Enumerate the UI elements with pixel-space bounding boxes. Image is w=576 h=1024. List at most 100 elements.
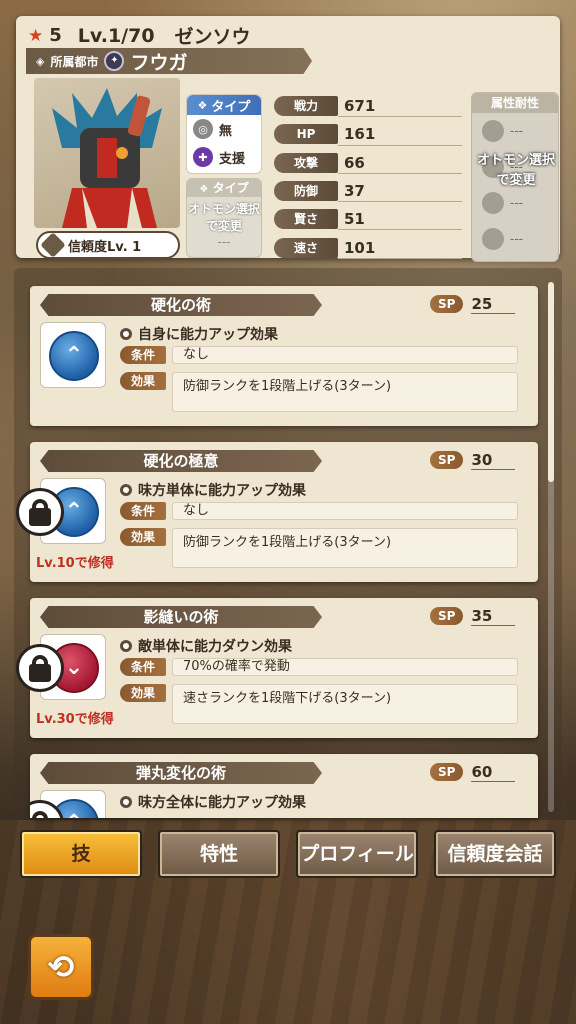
sp-value: 60 [471, 763, 516, 782]
tab-skills[interactable]: 技 [20, 830, 142, 878]
condition-row: 条件 なし [120, 502, 518, 520]
skill-card[interactable]: 影縫いの術 SP 35 ⌄ Lv.30で修得 敵単体に能力ダウン効果 条件 70%の… [16, 598, 538, 738]
resist-row: --- [472, 221, 558, 257]
skill-card[interactable]: 弾丸変化の術 SP60 ⌃ 味方全体に能力アップ効果 [30, 754, 538, 818]
lock-icon [16, 644, 64, 692]
monster-image [52, 88, 162, 228]
type2-overlay-text: オトモン選択で変更 [187, 202, 260, 233]
type-icon: ❖ [197, 98, 208, 112]
sp-badge: SP 35 [430, 606, 516, 626]
sp-value: 35 [471, 607, 516, 626]
monster-name: ゼンソウ [174, 26, 251, 48]
resist-value: --- [510, 124, 523, 138]
monster-portrait[interactable] [34, 78, 180, 228]
thunder-resist-icon [482, 192, 504, 214]
stats-table: 戦力 671 HP 161 攻撃 66 防御 37 賢さ 51 速さ 101 [274, 92, 462, 262]
type-row-neutral: ◎ 無 [187, 115, 261, 143]
fire-resist-icon [482, 120, 504, 142]
stat-label: 攻撃 [274, 152, 338, 173]
skill-name: 影縫いの術 [40, 606, 322, 628]
condition-row: 条件 なし [120, 346, 518, 364]
stat-value: 66 [344, 153, 365, 172]
bullet-icon [120, 484, 132, 496]
stat-label: HP [274, 124, 338, 145]
stat-row: HP 161 [274, 120, 462, 148]
effect-row: 効果 防御ランクを1段階上げる(3ターン) [120, 528, 518, 568]
condition-value: 70%の確率で発動 [172, 658, 518, 676]
stat-label: 戦力 [274, 96, 338, 117]
skill-desc-text: 敵単体に能力ダウン効果 [138, 639, 292, 655]
scrollbar-thumb[interactable] [548, 282, 554, 482]
header-top: ★ 5 Lv.1/70 ゼンソウ [28, 22, 251, 49]
resist-value: --- [510, 232, 523, 246]
defense-up-icon: ⌃ [49, 331, 99, 381]
sp-value: 30 [471, 451, 516, 470]
resistance-box: 属性耐性 --- --- --- --- オトモン選択で変更 [471, 92, 559, 262]
condition-value: なし [172, 502, 518, 520]
stat-value: 37 [344, 182, 365, 201]
scrollbar[interactable] [548, 282, 554, 812]
effect-value: 防御ランクを1段階上げる(3ターン) [172, 372, 518, 412]
skill-card[interactable]: 硬化の極意 SP 30 ⌃ Lv.10で修得 味方単体に能力アップ効果 条件 なし … [16, 442, 538, 582]
stat-label: 防御 [274, 181, 338, 202]
skill-desc: 味方全体に能力アップ効果 [120, 792, 306, 812]
stat-row: 攻撃 66 [274, 149, 462, 177]
stat-row: 戦力 671 [274, 92, 462, 120]
sp-badge: SP 30 [430, 450, 516, 470]
bullet-icon [120, 640, 132, 652]
bullet-icon [120, 796, 132, 808]
skill-name: 硬化の術 [40, 294, 322, 316]
tab-trust-talk[interactable]: 信頼度会話 [434, 830, 556, 878]
city-bar: ◈ 所属都市 ✦ フウガ [26, 48, 312, 74]
resist-row: --- [472, 113, 558, 149]
effect-label: 効果 [120, 528, 166, 546]
city-emblem-icon: ✦ [104, 51, 125, 71]
level: Lv.1/70 [77, 24, 155, 47]
stat-value: 101 [344, 238, 376, 257]
lock-icon [16, 488, 64, 536]
type-header: ❖ タイプ [187, 95, 261, 115]
skill-desc-text: 自身に能力アップ効果 [138, 327, 278, 343]
type-row-support: ✚ 支援 [187, 143, 261, 171]
effect-value: 防御ランクを1段階上げる(3ターン) [172, 528, 518, 568]
stat-value: 671 [344, 97, 376, 116]
type-label: タイプ [211, 99, 251, 115]
monster-header-card: ★ 5 Lv.1/70 ゼンソウ ◈ 所属都市 ✦ フウガ 信頼度Lv. 1 ❖… [16, 16, 560, 262]
skill-desc-text: 味方全体に能力アップ効果 [138, 795, 306, 811]
condition-label: 条件 [120, 658, 166, 676]
type-value: 支援 [219, 151, 246, 167]
tab-traits[interactable]: 特性 [158, 830, 280, 878]
back-button[interactable]: ⟲ [28, 934, 94, 1000]
neutral-type-icon: ◎ [193, 119, 213, 139]
stat-value: 51 [344, 210, 365, 229]
type2-dash: --- [217, 235, 231, 249]
sp-badge: SP 25 [430, 294, 516, 314]
stat-label: 速さ [274, 237, 338, 258]
city-name: フウガ [130, 51, 188, 74]
stat-value: 161 [344, 125, 376, 144]
skill-desc: 味方単体に能力アップ効果 [120, 480, 306, 500]
resist-value: --- [510, 196, 523, 210]
skill-name: 弾丸変化の術 [40, 762, 322, 784]
unlock-level-text: Lv.30で修得 [36, 712, 114, 727]
skill-name: 硬化の極意 [40, 450, 322, 472]
skill-card[interactable]: 硬化の術 SP 25 ⌃ 自身に能力アップ効果 条件 なし 効果 防御ランクを1段階上… [30, 286, 538, 426]
stat-row: 賢さ 51 [274, 205, 462, 233]
tab-profile[interactable]: プロフィール [296, 830, 418, 878]
skill-desc: 敵単体に能力ダウン効果 [120, 636, 292, 656]
skill-icon-frame: ⌃ [40, 322, 106, 388]
type2-label: タイプ [212, 181, 249, 195]
star-icon: ★ [28, 25, 44, 46]
condition-row: 条件 70%の確率で発動 [120, 658, 518, 676]
unlock-level-text: Lv.10で修得 [36, 556, 114, 571]
effect-label: 効果 [120, 372, 166, 390]
type-value: 無 [219, 123, 233, 139]
rarity: 5 [49, 25, 62, 46]
type2-header: ❖ タイプ [187, 179, 261, 197]
type2-icon: ❖ [199, 184, 209, 195]
resistance-header: 属性耐性 [472, 93, 558, 113]
diamond-icon: ◈ [36, 54, 45, 68]
stat-row: 防御 37 [274, 177, 462, 205]
resist-overlay-text: オトモン選択で変更 [476, 153, 555, 188]
tab-bar: 技 特性 プロフィール 信頼度会話 [16, 830, 560, 880]
